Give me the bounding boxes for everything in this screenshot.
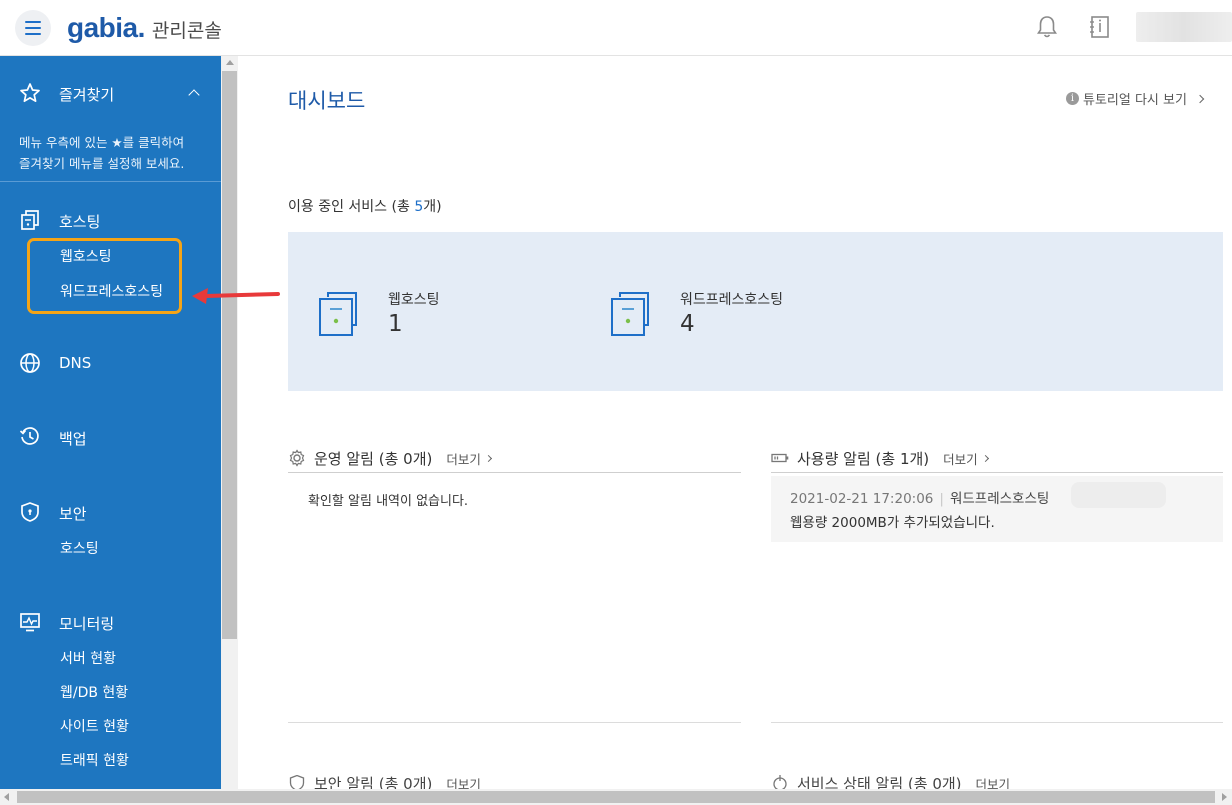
- gabia-logo[interactable]: gabia. 관리콘솔: [67, 12, 222, 44]
- operation-alerts-divider: [288, 472, 741, 473]
- sidebar: 즐겨찾기 메뉴 우측에 있는 ★를 클릭하여 즐겨찾기 메뉴를 설정해 보세요.…: [0, 56, 221, 789]
- info-icon: i: [1066, 92, 1079, 105]
- services-title: 이용 중인 서비스 (총 5개): [288, 199, 442, 215]
- notice-book-icon[interactable]: [1087, 14, 1113, 40]
- horizontal-scrollbar[interactable]: [0, 789, 1232, 805]
- favorites-description: 메뉴 우측에 있는 ★를 클릭하여 즐겨찾기 메뉴를 설정해 보세요.: [19, 135, 185, 171]
- hosting-service-icon: [611, 292, 649, 336]
- main-content: 대시보드 i 튜토리얼 다시 보기 이용 중인 서비스 (총 5개) 웹호스팅 …: [238, 56, 1232, 791]
- top-header: gabia. 관리콘솔: [0, 0, 1232, 56]
- scroll-left-arrow-icon[interactable]: [4, 793, 9, 801]
- alert-meta: 2021-02-21 17:20:06 | 워드프레스호스팅: [790, 491, 1050, 507]
- sidebar-group-hosting[interactable]: 호스팅: [59, 211, 100, 232]
- shield-icon: [21, 502, 39, 522]
- operation-alerts-header: 운영 알림 (총 0개) 더보기: [288, 446, 492, 470]
- sidebar-scroll-thumb[interactable]: [222, 71, 237, 639]
- redacted-region: [1071, 482, 1166, 508]
- annotation-highlight-box: [27, 238, 182, 314]
- sidebar-item-security-hosting[interactable]: 호스팅: [60, 538, 99, 558]
- sidebar-item-server-status[interactable]: 서버 현황: [60, 648, 116, 668]
- chevron-right-icon: [484, 454, 492, 462]
- usage-alerts-title: 사용량 알림 (총 1개): [797, 449, 930, 468]
- scroll-up-arrow-icon[interactable]: [226, 60, 234, 65]
- favorites-header[interactable]: 즐겨찾기: [0, 78, 221, 108]
- service-count: 1: [388, 311, 403, 337]
- sidebar-group-dns[interactable]: DNS: [59, 354, 91, 372]
- favorites-label: 즐겨찾기: [59, 86, 115, 104]
- usage-alerts-divider: [771, 472, 1223, 473]
- service-card-web-hosting[interactable]: 웹호스팅 1: [316, 287, 556, 342]
- usage-alert-item[interactable]: 2021-02-21 17:20:06 | 워드프레스호스팅 웹용량 2000MB가…: [771, 476, 1223, 542]
- sidebar-group-backup[interactable]: 백업: [59, 428, 87, 449]
- service-card-wordpress-hosting[interactable]: 워드프레스호스팅 4: [608, 287, 848, 342]
- alert-datetime: 2021-02-21 17:20:06: [790, 491, 934, 507]
- alert-service: 워드프레스호스팅: [949, 491, 1050, 507]
- sidebar-group-monitoring[interactable]: 모니터링: [59, 613, 114, 634]
- horizontal-scroll-thumb[interactable]: [17, 791, 1215, 803]
- gear-icon: [289, 449, 305, 467]
- services-panel: 웹호스팅 1 워드프레스호스팅 4: [288, 232, 1223, 391]
- sidebar-item-traffic-status[interactable]: 트래픽 현황: [60, 750, 129, 770]
- alert-message: 웹용량 2000MB가 추가되었습니다.: [790, 515, 995, 531]
- service-count: 4: [680, 311, 695, 337]
- page-title: 대시보드: [288, 89, 366, 113]
- services-count: 5: [414, 199, 424, 215]
- sidebar-item-webdb-status[interactable]: 웹/DB 현황: [60, 682, 128, 702]
- logo-wordmark: gabia.: [67, 12, 145, 43]
- operation-alerts-more-link[interactable]: 더보기: [446, 449, 492, 468]
- usage-alerts-more-link[interactable]: 더보기: [943, 449, 989, 468]
- chevron-right-icon: [1195, 94, 1205, 103]
- sidebar-divider: [0, 181, 221, 182]
- hamburger-icon: [25, 21, 41, 23]
- globe-icon: [20, 353, 40, 373]
- service-name: 웹호스팅: [388, 292, 440, 308]
- operation-alerts-title: 운영 알림 (총 0개): [314, 449, 433, 468]
- chevron-right-icon: [981, 454, 989, 462]
- tutorial-link[interactable]: i 튜토리얼 다시 보기: [1066, 89, 1205, 108]
- console-label: 관리콘솔: [151, 20, 222, 42]
- service-name: 워드프레스호스팅: [680, 292, 784, 308]
- star-icon: [20, 83, 40, 103]
- hosting-icon: [21, 210, 39, 230]
- hosting-service-icon: [319, 292, 357, 336]
- bell-icon[interactable]: [1034, 14, 1060, 40]
- scroll-right-arrow-icon[interactable]: [1222, 793, 1227, 801]
- chevron-up-icon[interactable]: [188, 89, 200, 101]
- battery-icon: [771, 453, 789, 463]
- sidebar-scrollbar[interactable]: [221, 56, 238, 789]
- user-account-button[interactable]: [1136, 12, 1232, 42]
- sidebar-group-security[interactable]: 보안: [59, 503, 87, 524]
- monitor-icon: [20, 613, 40, 632]
- history-icon: [19, 427, 39, 445]
- operation-alerts-empty: 확인할 알림 내역이 없습니다.: [308, 494, 469, 509]
- sidebar-item-site-status[interactable]: 사이트 현황: [60, 716, 129, 736]
- usage-alerts-header: 사용량 알림 (총 1개) 더보기: [771, 446, 989, 470]
- hamburger-menu-button[interactable]: [15, 10, 51, 46]
